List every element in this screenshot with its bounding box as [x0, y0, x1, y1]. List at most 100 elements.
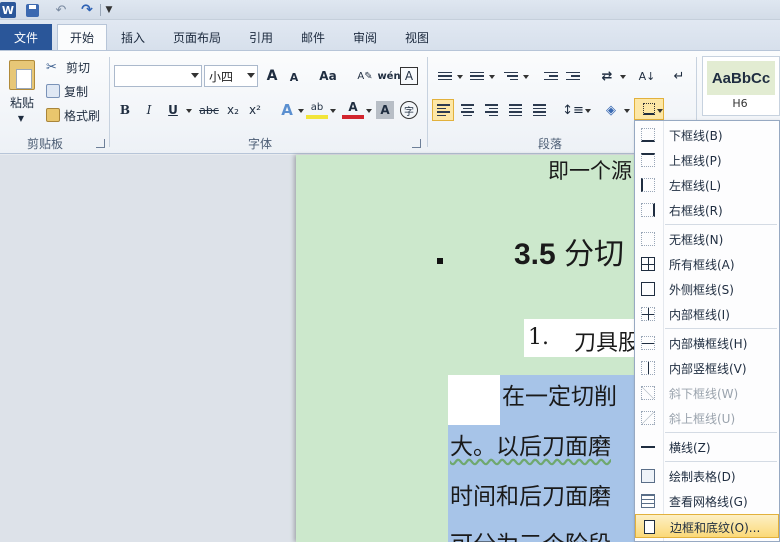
font-color-dropdown-icon[interactable] — [366, 109, 372, 113]
menu-top-border[interactable]: 上框线(P) — [635, 148, 779, 172]
tab-page-layout[interactable]: 页面布局 — [164, 24, 230, 50]
menu-outside-borders[interactable]: 外侧框线(S) — [635, 277, 779, 301]
styles-gallery[interactable]: AaBbCc H6 — [702, 56, 780, 116]
change-case-icon[interactable]: Aa — [314, 65, 342, 87]
justify-icon[interactable] — [504, 99, 526, 121]
customize-qat-icon[interactable]: ▼ — [104, 2, 114, 18]
phonetic-guide-icon[interactable]: wén — [377, 65, 400, 87]
paragraph-line-4: 可分为三个阶段: — [450, 525, 619, 542]
tab-view[interactable]: 视图 — [396, 24, 438, 50]
character-shading-icon[interactable]: A — [376, 101, 394, 119]
menu-right-border[interactable]: 右框线(R) — [635, 198, 779, 222]
character-border-icon[interactable]: A — [400, 67, 418, 85]
increase-indent-icon[interactable] — [562, 65, 584, 87]
word-logo-icon[interactable]: W — [0, 2, 16, 18]
menu-item-label: 内部横框线(H) — [669, 337, 748, 351]
bold-icon[interactable]: B — [114, 99, 136, 121]
decrease-indent-icon[interactable] — [540, 65, 562, 87]
tab-home[interactable]: 开始 — [57, 24, 107, 50]
menu-borders-and-shading[interactable]: 边框和底纹(O)... — [635, 514, 779, 538]
heading-number: 3.5 — [514, 238, 556, 271]
paste-button[interactable]: 粘贴 — [4, 93, 40, 111]
redo-icon[interactable]: ↷ — [78, 2, 96, 18]
style-sample-h6[interactable]: AaBbCc — [707, 61, 775, 95]
menu-horizontal-line[interactable]: 横线(Z) — [635, 435, 779, 459]
draw-table-icon — [641, 469, 655, 483]
distributed-icon[interactable] — [528, 99, 550, 121]
menu-item-label: 斜下框线(W) — [669, 387, 739, 401]
multilevel-dropdown-icon[interactable] — [523, 75, 529, 79]
menu-view-gridlines[interactable]: 查看网格线(G) — [635, 489, 779, 513]
paragraph-line-1: 在一定切削 — [502, 384, 617, 410]
shrink-font-icon[interactable]: A — [283, 66, 305, 88]
tab-file[interactable]: 文件 — [0, 24, 52, 50]
numbering-dropdown-icon[interactable] — [489, 75, 495, 79]
bottom-border-icon — [641, 128, 655, 142]
grow-font-icon[interactable]: A — [261, 65, 283, 87]
menu-draw-table[interactable]: 绘制表格(D) — [635, 464, 779, 488]
paragraph-group-label: 段落 — [537, 137, 562, 151]
enclose-characters-icon[interactable]: 字 — [400, 101, 418, 119]
font-size-combo[interactable]: 小四 — [204, 65, 258, 87]
underline-icon[interactable]: U — [162, 99, 184, 121]
undo-icon[interactable]: ↶ — [48, 2, 74, 18]
text-effects-dropdown-icon[interactable] — [298, 109, 304, 113]
numbering-icon[interactable] — [466, 65, 488, 87]
menu-separator — [665, 432, 777, 433]
title-bar: W ↶ ↷ ▼ — [0, 0, 780, 20]
menu-diagonal-up-border: 斜上框线(U) — [635, 406, 779, 430]
paste-dropdown-icon[interactable]: ▼ — [14, 113, 28, 123]
menu-inside-vertical-border[interactable]: 内部竖框线(V) — [635, 356, 779, 380]
align-center-icon[interactable] — [456, 99, 478, 121]
sort-icon[interactable]: A↓ — [636, 65, 658, 87]
menu-inside-horizontal-border[interactable]: 内部横框线(H) — [635, 331, 779, 355]
tab-references[interactable]: 引用 — [240, 24, 282, 50]
menu-diagonal-down-border: 斜下框线(W) — [635, 381, 779, 405]
chinese-layout-dropdown-icon[interactable] — [620, 75, 626, 79]
menu-all-borders[interactable]: 所有框线(A) — [635, 252, 779, 276]
ribbon-tab-row: 文件 开始 插入 页面布局 引用 邮件 审阅 视图 — [0, 20, 780, 50]
chinese-layout-icon[interactable]: ⇄ — [594, 65, 620, 87]
superscript-icon[interactable]: x² — [244, 99, 266, 121]
highlight-icon[interactable]: ab — [306, 99, 328, 119]
italic-icon[interactable]: I — [138, 99, 160, 121]
copy-icon — [46, 84, 60, 98]
strikethrough-icon[interactable]: abc — [196, 99, 222, 121]
text-effects-icon[interactable]: A — [276, 99, 298, 121]
align-right-icon[interactable] — [480, 99, 502, 121]
tab-review[interactable]: 审阅 — [344, 24, 386, 50]
highlight-dropdown-icon[interactable] — [330, 109, 336, 113]
subscript-icon[interactable]: x₂ — [222, 99, 244, 121]
menu-inside-borders[interactable]: 内部框线(I) — [635, 302, 779, 326]
borders-dropdown-menu: 下框线(B) 上框线(P) 左框线(L) 右框线(R) 无框线(N) 所有框线(… — [634, 120, 780, 542]
multilevel-list-icon[interactable] — [500, 65, 522, 87]
show-marks-icon[interactable]: ↵ — [668, 65, 690, 87]
bullets-dropdown-icon[interactable] — [457, 75, 463, 79]
clear-format-icon[interactable]: A✎ — [354, 65, 376, 87]
save-icon[interactable] — [24, 2, 40, 18]
font-color-icon[interactable]: A — [342, 99, 364, 119]
bullets-icon[interactable] — [434, 65, 456, 87]
tab-mailings[interactable]: 邮件 — [292, 24, 334, 50]
borders-dropdown-icon[interactable] — [657, 109, 663, 113]
font-name-combo[interactable] — [114, 65, 202, 87]
paste-icon[interactable] — [6, 57, 38, 93]
cut-button[interactable]: ✂ 剪切 — [46, 57, 96, 77]
line-spacing-dropdown-icon[interactable] — [585, 109, 591, 113]
menu-left-border[interactable]: 左框线(L) — [635, 173, 779, 197]
line-spacing-icon[interactable]: ↕≡ — [562, 99, 584, 121]
shading-icon[interactable]: ◈ — [600, 99, 622, 121]
font-dialog-launcher[interactable] — [412, 139, 421, 148]
menu-bottom-border[interactable]: 下框线(B) — [635, 123, 779, 147]
cut-label: 剪切 — [66, 60, 91, 75]
group-separator — [109, 57, 110, 147]
underline-dropdown-icon[interactable] — [186, 109, 192, 113]
clipboard-dialog-launcher[interactable] — [96, 139, 105, 148]
format-painter-button[interactable]: 格式刷 — [46, 105, 108, 125]
menu-no-border[interactable]: 无框线(N) — [635, 227, 779, 251]
tab-insert[interactable]: 插入 — [112, 24, 154, 50]
menu-item-label: 上框线(P) — [669, 154, 722, 168]
shading-dropdown-icon[interactable] — [624, 109, 630, 113]
align-left-icon[interactable] — [432, 99, 454, 121]
copy-button[interactable]: 复制 — [46, 81, 96, 101]
